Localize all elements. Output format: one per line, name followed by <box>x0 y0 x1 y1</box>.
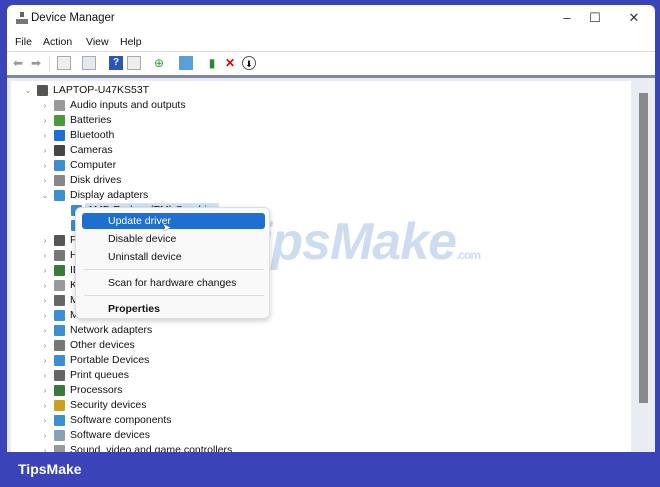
device-category-icon <box>54 235 65 246</box>
chevron-right-icon[interactable]: › <box>40 413 50 428</box>
device-category-icon <box>54 130 65 141</box>
menu-separator <box>84 295 264 296</box>
menu-item-scan-hardware[interactable]: Scan for hardware changes <box>82 275 265 291</box>
menu-item-disable-device[interactable]: Disable device <box>82 231 265 247</box>
chevron-right-icon[interactable]: › <box>40 98 50 113</box>
window-title: Device Manager <box>31 12 115 24</box>
device-manager-icon <box>16 12 28 24</box>
device-category-icon <box>54 295 65 306</box>
chevron-right-icon[interactable]: › <box>40 263 50 278</box>
separator <box>49 56 50 72</box>
chevron-right-icon[interactable]: › <box>40 128 50 143</box>
device-category-icon <box>54 325 65 336</box>
tree-item-label: Portable Devices <box>70 354 150 366</box>
menu-help[interactable]: Help <box>120 36 142 48</box>
chevron-right-icon[interactable]: › <box>40 143 50 158</box>
monitor-icon[interactable] <box>179 56 193 70</box>
close-button[interactable]: ✕ <box>619 10 649 28</box>
maximize-button[interactable]: ☐ <box>580 10 610 28</box>
device-category-icon <box>54 430 65 441</box>
tree-item-label: Bluetooth <box>70 129 115 141</box>
menu-view[interactable]: View <box>86 36 109 48</box>
tree-item-label: Other devices <box>70 339 135 351</box>
device-category-icon <box>54 190 65 201</box>
chevron-right-icon[interactable]: › <box>40 368 50 383</box>
device-category-icon <box>54 370 65 381</box>
help-icon[interactable]: ? <box>109 56 123 70</box>
view-icon[interactable] <box>127 56 141 70</box>
tree-item-label: Computer <box>70 159 117 171</box>
chevron-right-icon[interactable]: › <box>40 173 50 188</box>
brand-banner: TipsMake <box>0 452 660 487</box>
title-bar: Device Manager – ☐ ✕ <box>7 5 655 33</box>
scan-icon[interactable]: ⊕ <box>152 56 166 70</box>
tree-item-label: Audio inputs and outputs <box>70 99 186 111</box>
download-icon[interactable]: ⬇ <box>242 56 256 70</box>
enable-icon[interactable]: ▮ <box>205 56 219 70</box>
device-category-icon <box>54 280 65 291</box>
context-menu: Update driver Disable device Uninstall d… <box>75 207 270 319</box>
tree-item-label: Cameras <box>70 144 113 156</box>
device-category-icon <box>54 415 65 426</box>
device-category-icon <box>54 100 65 111</box>
device-category-icon <box>54 160 65 171</box>
chevron-right-icon[interactable]: › <box>40 248 50 263</box>
chevron-right-icon[interactable]: › <box>40 293 50 308</box>
chevron-right-icon[interactable]: › <box>40 353 50 368</box>
device-category-icon <box>54 265 65 276</box>
brand-name: TipsMake <box>18 461 82 477</box>
device-category-icon <box>54 115 65 126</box>
back-icon[interactable]: ⬅ <box>11 56 25 70</box>
menu-file[interactable]: File <box>15 36 32 48</box>
menu-bar: File Action View Help <box>7 35 655 51</box>
chevron-right-icon[interactable]: › <box>40 158 50 173</box>
chevron-right-icon[interactable]: › <box>40 398 50 413</box>
chevron-right-icon[interactable]: › <box>40 278 50 293</box>
toolbar: ⬅ ➡ ? ⊕ ▮ ✕ ⬇ <box>7 51 655 75</box>
tree-item-label: Display adapters <box>70 189 149 201</box>
device-category-icon <box>37 85 48 96</box>
tree-item-label: Security devices <box>70 399 147 411</box>
chevron-right-icon[interactable]: › <box>40 383 50 398</box>
uninstall-icon[interactable]: ✕ <box>223 56 237 70</box>
tree-item-label: LAPTOP-U47KS53T <box>53 84 150 96</box>
properties-icon[interactable] <box>57 56 71 70</box>
chevron-right-icon[interactable]: › <box>40 113 50 128</box>
chevron-right-icon[interactable]: › <box>40 323 50 338</box>
chevron-down-icon[interactable]: ⌄ <box>23 83 33 98</box>
device-category-icon <box>54 400 65 411</box>
menu-action[interactable]: Action <box>43 36 72 48</box>
tree-item-label: Network adapters <box>70 324 153 336</box>
mouse-cursor-icon: ➤ <box>162 222 172 234</box>
forward-icon[interactable]: ➡ <box>29 56 43 70</box>
tree-item-label: Print queues <box>70 369 129 381</box>
chevron-right-icon[interactable]: › <box>40 233 50 248</box>
device-category-icon <box>54 250 65 261</box>
minimize-button[interactable]: – <box>552 10 582 28</box>
device-category-icon <box>54 310 65 321</box>
vertical-scrollbar[interactable] <box>638 81 649 465</box>
tree-item-label: Disk drives <box>70 174 122 186</box>
tree-item-label: Software components <box>70 414 172 426</box>
device-category-icon <box>54 145 65 156</box>
chevron-right-icon[interactable]: › <box>40 428 50 443</box>
tree-item-label: Batteries <box>70 114 112 126</box>
scrollbar-thumb[interactable] <box>639 93 648 403</box>
device-category-icon <box>54 175 65 186</box>
menu-item-uninstall-device[interactable]: Uninstall device <box>82 249 265 265</box>
menu-separator <box>84 269 264 270</box>
tree-item-label: Software devices <box>70 429 150 441</box>
update-icon[interactable] <box>82 56 96 70</box>
chevron-right-icon[interactable]: › <box>40 338 50 353</box>
device-category-icon <box>54 385 65 396</box>
chevron-right-icon[interactable]: › <box>40 308 50 323</box>
device-category-icon <box>54 355 65 366</box>
menu-item-properties[interactable]: Properties <box>82 301 265 317</box>
device-category-icon <box>54 340 65 351</box>
chevron-down-icon[interactable]: ⌄ <box>40 188 50 203</box>
menu-item-update-driver[interactable]: Update driver <box>82 213 265 229</box>
tree-item-label: Processors <box>70 384 123 396</box>
